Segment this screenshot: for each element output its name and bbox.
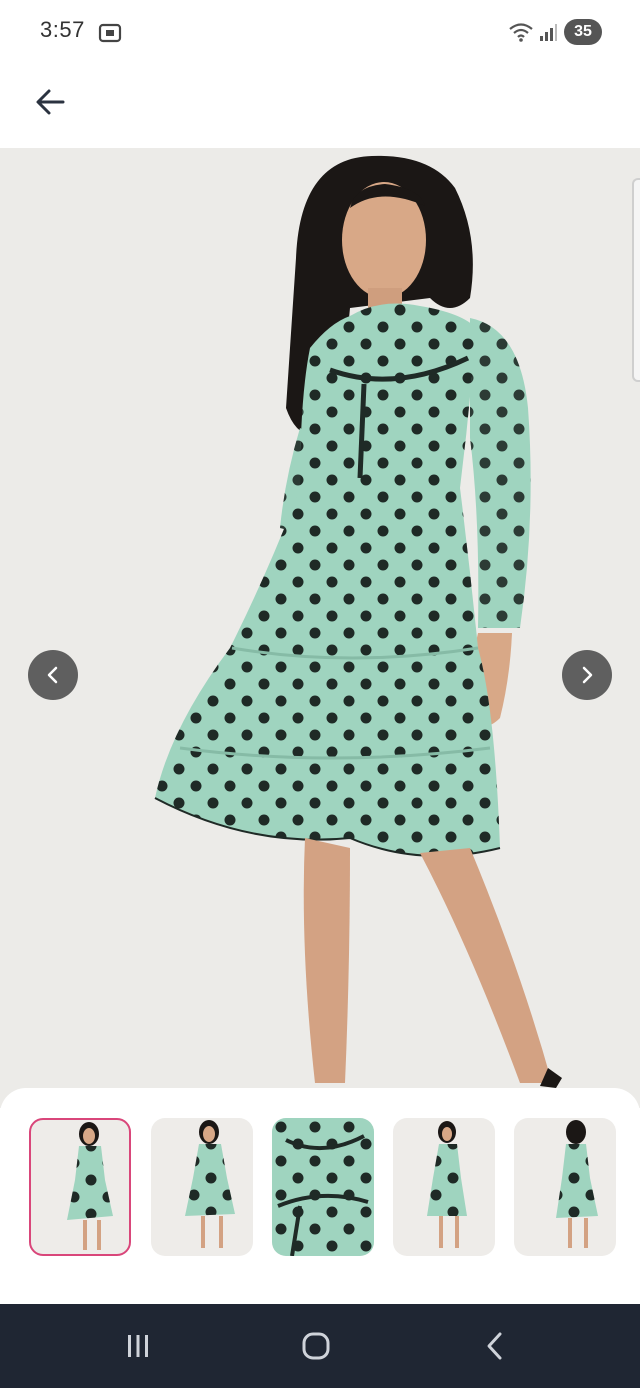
home-icon [302,1332,330,1360]
thumbnail-2[interactable] [151,1118,253,1256]
system-back-button[interactable] [476,1326,516,1366]
thumbnail-1[interactable] [29,1118,131,1256]
back-icon [487,1332,502,1360]
chevron-left-icon [47,666,58,684]
system-nav-bar [0,1304,640,1388]
status-time: 3:57 [40,17,85,42]
thumbnail-strip [0,1088,640,1304]
thumbnail-4[interactable] [393,1118,495,1256]
carousel-next-button[interactable] [562,650,612,700]
battery-badge: 35 [564,19,602,45]
app-bar [0,64,640,148]
chevron-right-icon [582,666,593,684]
back-button[interactable] [26,78,74,126]
wifi-icon [508,20,534,44]
thumbnail-3[interactable] [272,1118,374,1256]
image-scroll-thumb[interactable] [632,178,640,382]
product-image[interactable] [0,148,640,1108]
recents-icon [128,1335,148,1357]
carousel-prev-button[interactable] [28,650,78,700]
screenshot-icon [97,20,123,46]
recents-button[interactable] [118,1326,158,1366]
signal-icon [538,22,558,42]
arrow-left-icon [36,89,65,115]
status-bar: 3:57 35 [0,0,640,64]
home-button[interactable] [296,1326,336,1366]
model-illustration [154,155,562,1088]
thumbnail-5[interactable] [514,1118,616,1256]
